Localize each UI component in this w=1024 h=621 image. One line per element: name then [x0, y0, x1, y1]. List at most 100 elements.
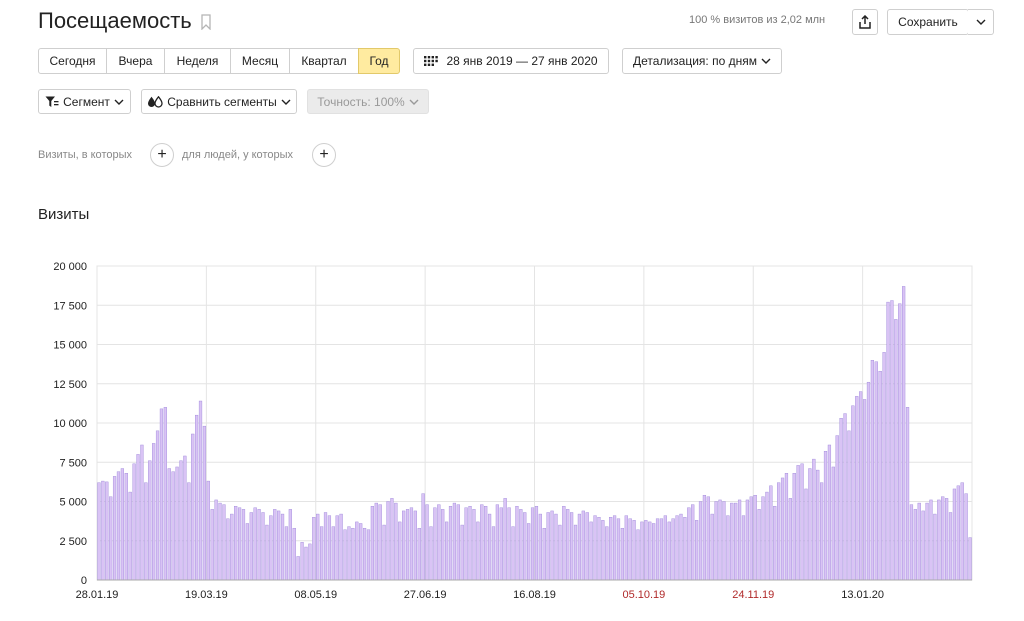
- bar[interactable]: [327, 515, 332, 581]
- bar[interactable]: [741, 515, 746, 581]
- bar[interactable]: [581, 510, 585, 581]
- bar[interactable]: [484, 506, 488, 581]
- bar[interactable]: [347, 526, 351, 581]
- bar[interactable]: [808, 468, 812, 581]
- bar[interactable]: [757, 509, 761, 581]
- bar[interactable]: [671, 518, 675, 581]
- bar[interactable]: [402, 510, 406, 581]
- bar[interactable]: [155, 430, 160, 581]
- export-button[interactable]: [852, 9, 878, 35]
- bar[interactable]: [237, 507, 242, 581]
- bar[interactable]: [214, 499, 218, 581]
- bar[interactable]: [601, 520, 605, 581]
- bar[interactable]: [218, 502, 222, 581]
- bar[interactable]: [476, 521, 480, 581]
- bar[interactable]: [433, 507, 437, 581]
- bar[interactable]: [456, 504, 460, 581]
- bar[interactable]: [804, 488, 808, 581]
- bar[interactable]: [866, 381, 871, 581]
- bar[interactable]: [339, 513, 343, 581]
- bar[interactable]: [538, 513, 542, 581]
- bar[interactable]: [390, 498, 394, 581]
- bar[interactable]: [280, 513, 285, 581]
- bar[interactable]: [257, 509, 261, 581]
- bar[interactable]: [499, 507, 503, 581]
- bar[interactable]: [913, 509, 917, 581]
- bar[interactable]: [570, 512, 574, 581]
- bar[interactable]: [589, 521, 593, 581]
- bar[interactable]: [206, 480, 210, 581]
- bar[interactable]: [304, 546, 308, 581]
- bar[interactable]: [308, 543, 312, 581]
- bar[interactable]: [316, 513, 320, 581]
- bar[interactable]: [890, 300, 894, 581]
- bar[interactable]: [898, 303, 902, 581]
- bar[interactable]: [249, 512, 253, 581]
- bar[interactable]: [620, 527, 624, 581]
- bar[interactable]: [718, 499, 722, 581]
- bar[interactable]: [765, 491, 769, 581]
- bar[interactable]: [495, 504, 499, 581]
- bar[interactable]: [593, 515, 597, 581]
- bar[interactable]: [370, 506, 374, 581]
- bar[interactable]: [398, 521, 402, 581]
- bar[interactable]: [882, 352, 886, 581]
- bar[interactable]: [394, 502, 398, 581]
- bar[interactable]: [128, 491, 132, 581]
- bar[interactable]: [663, 515, 667, 581]
- bar[interactable]: [277, 510, 281, 581]
- bar[interactable]: [359, 523, 363, 581]
- bar[interactable]: [331, 526, 335, 581]
- bar[interactable]: [945, 498, 949, 581]
- bar[interactable]: [179, 460, 183, 581]
- bar[interactable]: [378, 504, 382, 581]
- bar[interactable]: [273, 509, 277, 581]
- bar[interactable]: [573, 524, 578, 581]
- bar[interactable]: [261, 512, 265, 581]
- bar[interactable]: [753, 495, 757, 581]
- bar[interactable]: [460, 524, 464, 581]
- bar[interactable]: [968, 537, 972, 581]
- bar[interactable]: [413, 510, 417, 581]
- bar[interactable]: [823, 451, 828, 581]
- bar[interactable]: [874, 361, 878, 581]
- period-today-button[interactable]: Сегодня: [38, 48, 107, 74]
- bar[interactable]: [441, 509, 445, 581]
- bar[interactable]: [734, 502, 738, 581]
- bar[interactable]: [558, 524, 562, 581]
- bar[interactable]: [749, 496, 753, 581]
- detail-dropdown[interactable]: Детализация: по дням: [622, 48, 782, 74]
- bar[interactable]: [948, 512, 953, 581]
- compare-segments-dropdown[interactable]: Сравнить сегменты: [141, 89, 297, 114]
- bar[interactable]: [382, 524, 386, 581]
- bar[interactable]: [351, 527, 355, 581]
- bar[interactable]: [503, 498, 507, 581]
- bar[interactable]: [194, 414, 199, 581]
- bar[interactable]: [925, 502, 929, 581]
- accuracy-dropdown[interactable]: Точность: 100%: [307, 89, 429, 114]
- bar[interactable]: [230, 513, 234, 581]
- bar[interactable]: [405, 509, 410, 581]
- bar[interactable]: [632, 520, 636, 581]
- bar[interactable]: [437, 504, 441, 581]
- bar[interactable]: [566, 509, 570, 581]
- bar[interactable]: [624, 515, 628, 581]
- bar[interactable]: [628, 518, 632, 581]
- bar[interactable]: [288, 509, 292, 581]
- bar[interactable]: [417, 527, 421, 581]
- bar[interactable]: [597, 517, 601, 581]
- bar[interactable]: [362, 527, 367, 581]
- bar[interactable]: [894, 319, 898, 581]
- bar[interactable]: [956, 485, 960, 581]
- bar[interactable]: [769, 485, 773, 581]
- bar[interactable]: [796, 465, 800, 581]
- bar[interactable]: [507, 507, 511, 581]
- bar[interactable]: [175, 466, 179, 581]
- bar[interactable]: [152, 443, 156, 581]
- period-month-button[interactable]: Месяц: [230, 48, 290, 74]
- bar[interactable]: [202, 425, 207, 581]
- bar[interactable]: [816, 469, 820, 581]
- bar[interactable]: [534, 506, 539, 581]
- bar[interactable]: [905, 407, 910, 581]
- bar[interactable]: [374, 502, 378, 581]
